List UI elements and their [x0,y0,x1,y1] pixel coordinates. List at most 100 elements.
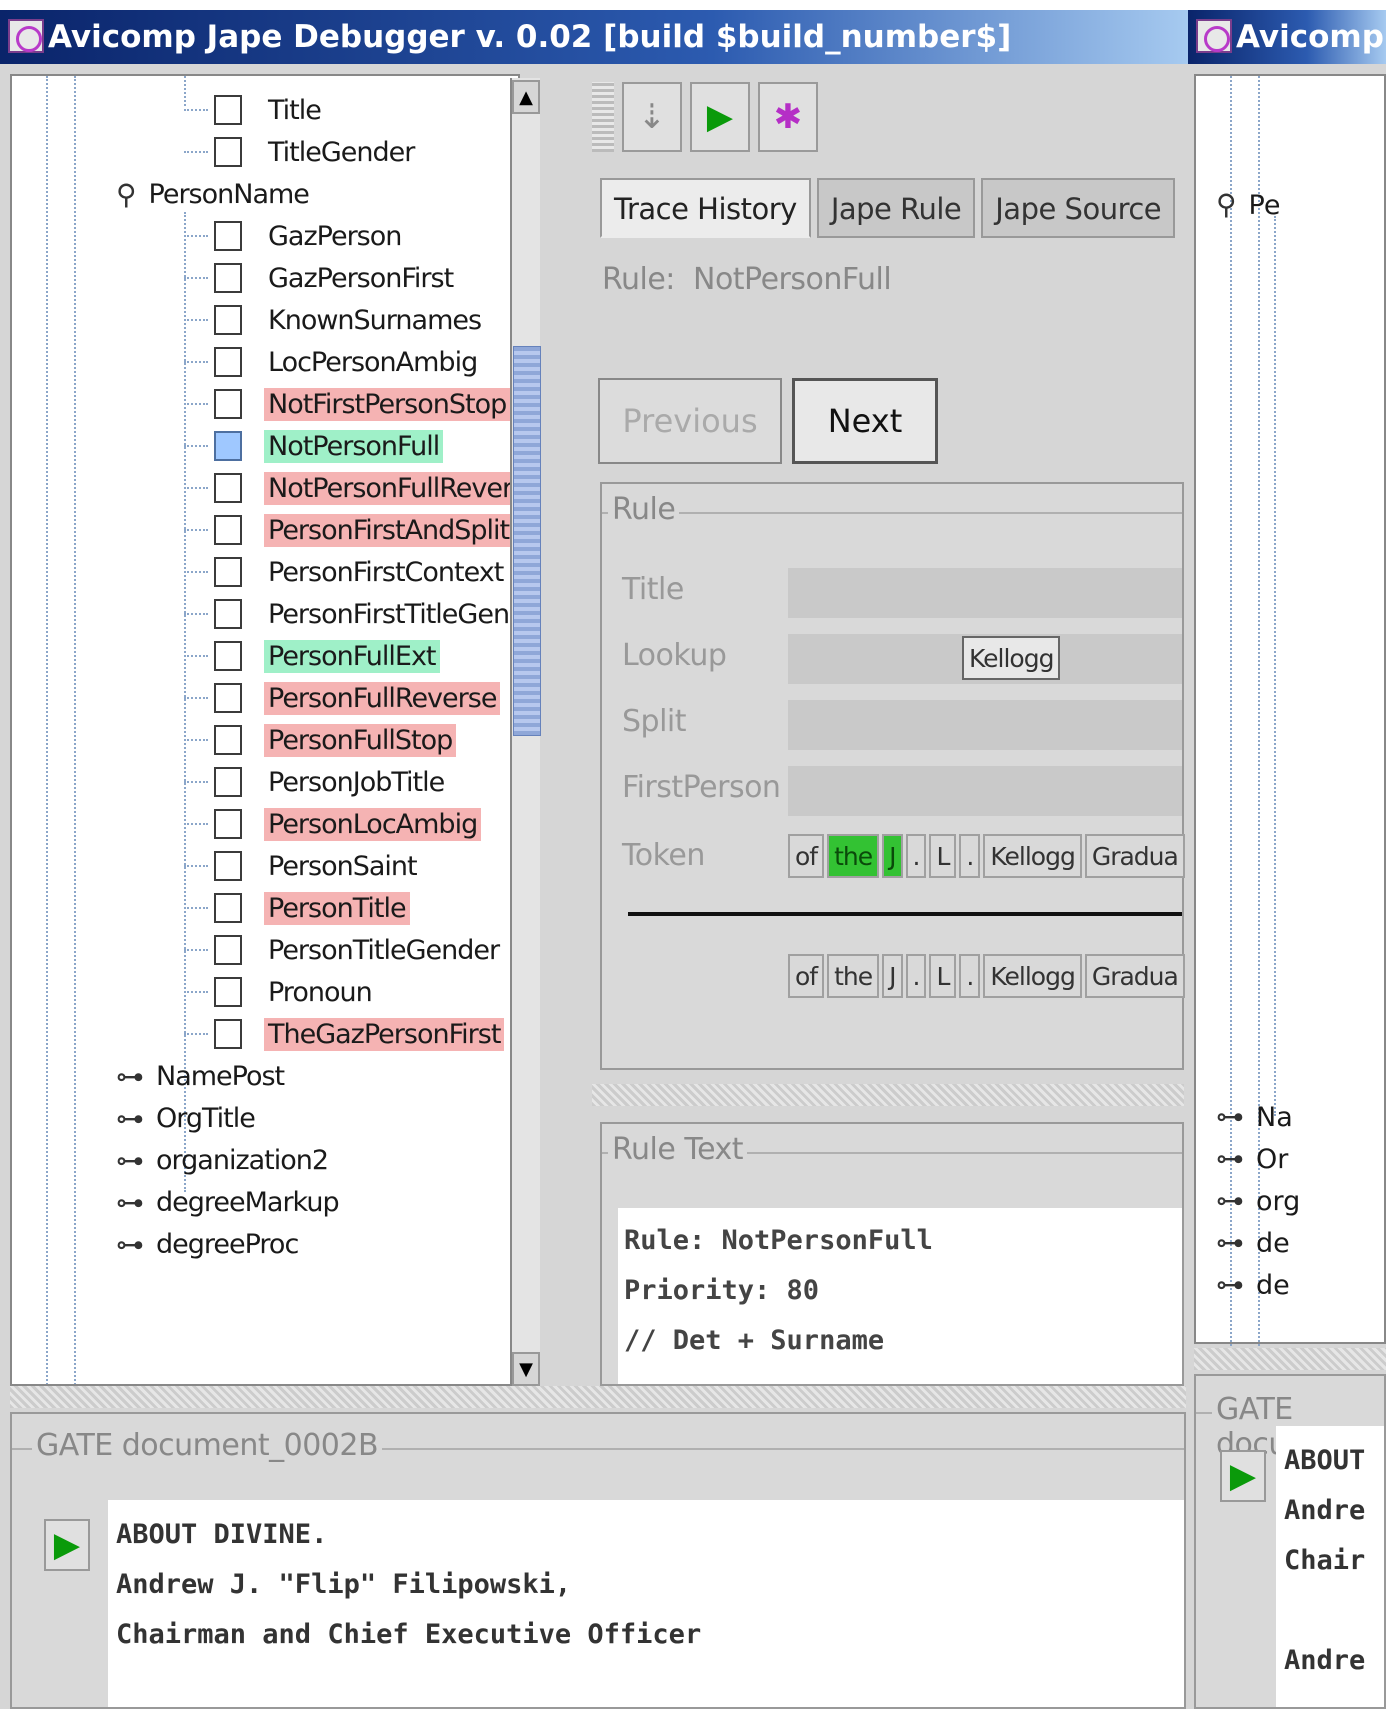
tab-jape-source[interactable]: Jape Source [981,178,1176,238]
tree-node[interactable]: ⊶ de [1216,1268,1290,1301]
tree-leaf[interactable]: PersonJobTitle [184,760,448,804]
tree-leaf[interactable]: GazPersonFirst [184,256,457,300]
run-icon[interactable]: ▶ [690,82,750,152]
tree-leaf[interactable]: GazPerson [184,214,405,258]
tab-trace-history[interactable]: Trace History [600,178,811,238]
token-chip[interactable]: Gradua [1084,834,1185,878]
rule-checkbox[interactable] [214,221,242,251]
next-button[interactable]: Next [792,378,938,464]
tree-leaf[interactable]: LocPersonAmbig [184,340,481,384]
rule-checkbox[interactable] [214,599,242,629]
collapsed-node-icon[interactable]: ⊶ [116,1102,144,1135]
rule-checkbox[interactable] [214,893,242,923]
title-bar[interactable]: Avicomp Jape Debugger v. 0.02 [build $bu… [0,10,1188,64]
rule-checkbox[interactable] [214,557,242,587]
tree-node-collapsed[interactable]: ⊶ NamePost [116,1054,285,1098]
tree-leaf[interactable]: Title [184,88,325,132]
tree-leaf[interactable]: PersonTitleGender [184,928,503,972]
rule-checkbox[interactable] [214,935,242,965]
lookup-token[interactable]: Kellogg [962,636,1061,680]
rule-checkbox[interactable] [214,389,242,419]
tree-leaf[interactable]: PersonFirstContext [184,550,507,594]
tree-leaf[interactable]: Pronoun [184,970,376,1014]
collapsed-node-icon[interactable]: ⊶ [116,1186,144,1219]
run-document-icon[interactable]: ▶ [1220,1450,1266,1502]
tree-leaf[interactable]: PersonFirstTitleGend [184,592,518,636]
previous-button[interactable]: Previous [598,378,782,464]
tree-leaf[interactable]: TheGazPersonFirst [184,1012,505,1056]
scroll-down-button[interactable]: ▼ [512,1352,540,1386]
main-splitter[interactable] [10,1386,1186,1408]
document-token-chip[interactable]: Gradua [1084,954,1185,998]
rule-checkbox[interactable] [214,977,242,1007]
document-token-chip[interactable]: . [959,954,981,998]
scroll-thumb[interactable] [513,346,541,736]
expanded-node-icon[interactable]: ⚲ [116,178,137,211]
rule-checkbox[interactable] [214,431,242,461]
step-icon[interactable]: ⇣ [622,82,682,152]
tree-leaf[interactable]: TitleGender [184,130,418,174]
tree-node-expanded[interactable]: ⚲ PersonName [116,172,310,216]
token-chip[interactable]: . [905,834,927,878]
rule-checkbox[interactable] [214,137,242,167]
document-token-chip[interactable]: J [882,954,903,998]
token-chip[interactable]: the [827,834,880,878]
collapsed-node-icon[interactable]: ⊶ [116,1060,144,1093]
tree-node[interactable]: ⊶ org [1216,1184,1300,1217]
tree-node-collapsed[interactable]: ⊶ degreeProc [116,1222,299,1266]
panel-splitter[interactable] [592,1084,1184,1106]
rule-checkbox[interactable] [214,515,242,545]
rule-checkbox[interactable] [214,725,242,755]
rule-checkbox[interactable] [214,95,242,125]
second-splitter[interactable] [1194,1348,1386,1370]
tree-node[interactable]: ⊶ Or [1216,1142,1288,1175]
token-chip[interactable]: L [929,834,957,878]
tree-scrollbar[interactable]: ▲ ▼ [510,78,541,1388]
tree-node-collapsed[interactable]: ⊶ degreeMarkup [116,1180,340,1224]
tree-leaf[interactable]: PersonFullExt [184,634,440,678]
scroll-up-button[interactable]: ▲ [512,80,540,114]
rule-checkbox[interactable] [214,305,242,335]
rule-checkbox[interactable] [214,767,242,797]
token-chip[interactable]: Kellogg [983,834,1082,878]
tree-leaf[interactable]: PersonLocAmbig [184,802,482,846]
document-token-chip[interactable]: Kellogg [983,954,1082,998]
tree-leaf[interactable]: NotPersonFullRevers [184,466,518,510]
rule-checkbox[interactable] [214,641,242,671]
collapsed-node-icon[interactable]: ⊶ [116,1228,144,1261]
tab-jape-rule[interactable]: Jape Rule [816,178,976,238]
rule-checkbox[interactable] [214,1019,242,1049]
tree-node[interactable]: ⊶ de [1216,1226,1290,1259]
second-document-text[interactable]: ABOUT Andre Chair Andre [1276,1426,1384,1707]
document-token-chip[interactable]: . [905,954,927,998]
tree-leaf[interactable]: NotPersonFull [184,424,444,468]
tree-leaf[interactable]: KnownSurnames [184,298,485,342]
rule-checkbox[interactable] [214,347,242,377]
tree-leaf[interactable]: PersonTitle [184,886,410,930]
tree-node[interactable]: ⚲ Pe [1216,188,1280,221]
rule-text-area[interactable]: Rule: NotPersonFull Priority: 80 // Det + … [618,1208,1182,1384]
title-bar-2[interactable]: Avicomp Ja [1188,10,1386,64]
collapsed-node-icon[interactable]: ⊶ [116,1144,144,1177]
token-chip[interactable]: J [882,834,903,878]
debug-icon[interactable]: ✱ [758,82,818,152]
tree-leaf[interactable]: PersonSaint [184,844,421,888]
rule-checkbox[interactable] [214,851,242,881]
rule-checkbox[interactable] [214,263,242,293]
token-chip[interactable]: of [788,834,825,878]
document-token-chip[interactable]: L [929,954,957,998]
second-rule-tree[interactable]: ⚲ Pe ⊶ Na ⊶ Or ⊶ org ⊶ de ⊶ de [1194,74,1386,1346]
rule-tree[interactable]: Title TitleGender ⚲ PersonName GazPerson GazP… [10,74,520,1386]
token-chip[interactable]: . [959,834,981,878]
tree-leaf[interactable]: PersonFullStop [184,718,457,762]
rule-checkbox[interactable] [214,473,242,503]
toolbar-grip[interactable] [592,82,614,152]
tree-leaf[interactable]: PersonFirstAndSplit [184,508,514,552]
rule-checkbox[interactable] [214,809,242,839]
document-text-area[interactable]: ABOUT DIVINE. Andrew J. "Flip" Filipowski… [108,1500,1184,1707]
tree-node[interactable]: ⊶ Na [1216,1100,1293,1133]
document-token-chip[interactable]: of [788,954,825,998]
tree-node-collapsed[interactable]: ⊶ OrgTitle [116,1096,256,1140]
run-document-icon[interactable]: ▶ [44,1519,90,1571]
tree-leaf[interactable]: PersonFullReverse [184,676,501,720]
